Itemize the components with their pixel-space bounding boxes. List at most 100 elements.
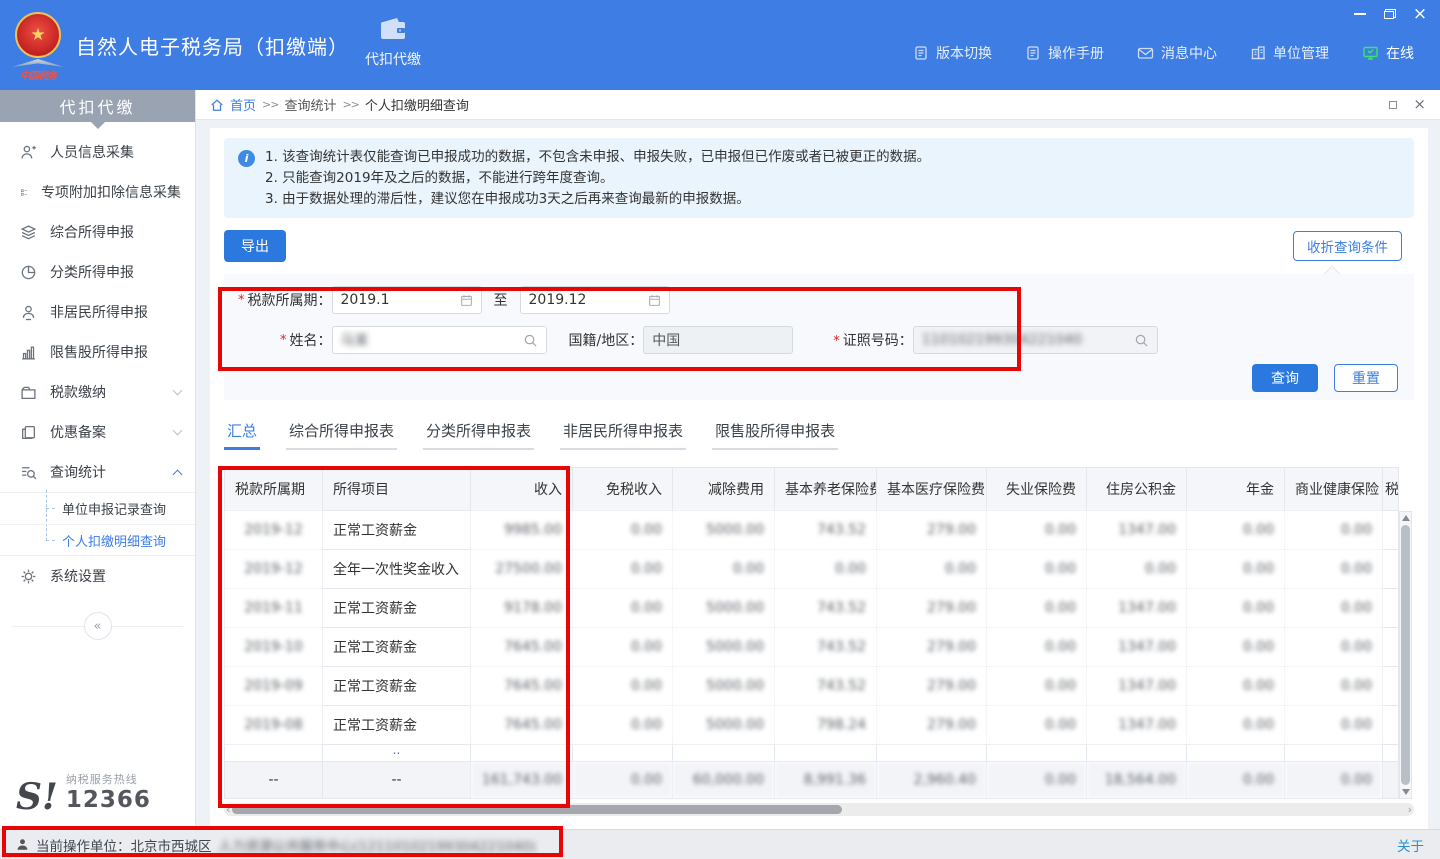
cell-housing-fund: 0.00: [1087, 550, 1187, 589]
sidebar-item-tax-payment[interactable]: 税款缴纳: [0, 372, 195, 412]
sidebar-item-personnel-info[interactable]: 人员信息采集: [0, 132, 195, 172]
sidebar-item-preferential-filing[interactable]: 优惠备案: [0, 412, 195, 452]
panel-close-icon[interactable]: ×: [1413, 97, 1426, 112]
tab-classified-income-form[interactable]: 分类所得申报表: [423, 420, 534, 450]
cell-housing-fund: 1347.00: [1087, 628, 1187, 667]
sidebar-item-comprehensive-income[interactable]: 综合所得申报: [0, 212, 195, 252]
cell-deduction: 5000.00: [673, 511, 775, 550]
cell-housing-fund: 1347.00: [1087, 511, 1187, 550]
collapse-query-conditions-button[interactable]: 收折查询条件: [1293, 231, 1402, 261]
document-icon: [913, 45, 929, 61]
sidebar-item-query-statistics[interactable]: 查询统计: [0, 452, 195, 492]
pie-icon: [20, 264, 37, 281]
cell-annuity: 0.00: [1187, 706, 1285, 745]
tax-emblem-logo: ★ 中国税务: [10, 9, 66, 85]
tab-nonresident-income-form[interactable]: 非居民所得申报表: [560, 420, 686, 450]
cell-cutoff: [1383, 667, 1399, 706]
table-row: 2019-10 正常工资薪金 7645.00 0.00 5000.00 743.…: [225, 628, 1399, 667]
results-table: 税款所属期 所得项目 收入 免税收入 减除费用 基本养老保险费 基本医疗保险费 …: [224, 467, 1399, 799]
breadcrumb: 首页 >> 查询统计 >> 个人扣缴明细查询 ×: [196, 90, 1440, 120]
cell-tax-free-income: 0.00: [573, 628, 673, 667]
required-mark: *: [280, 333, 287, 348]
cell-cutoff: [1383, 628, 1399, 667]
scroll-down-arrow-icon[interactable]: [1402, 789, 1410, 795]
breadcrumb-query-statistics[interactable]: 查询统计: [284, 95, 336, 114]
query-button[interactable]: 查询: [1252, 364, 1318, 392]
tab-withholding-module[interactable]: 代扣代缴: [352, 16, 434, 69]
cell-income-item: 正常工资薪金: [323, 589, 471, 628]
period-to-input[interactable]: 2019.12: [520, 286, 670, 314]
vertical-scrollbar[interactable]: [1399, 511, 1412, 799]
sidebar-item-label: 系统设置: [50, 566, 106, 586]
sidebar-item-system-settings[interactable]: 系统设置: [0, 556, 195, 596]
cell-medical-insurance: 279.00: [877, 511, 987, 550]
cell-annuity: 0.00: [1187, 589, 1285, 628]
id-number-label: 证照号码：: [843, 333, 913, 349]
tab-summary[interactable]: 汇总: [224, 420, 260, 450]
scroll-right-arrow-icon[interactable]: ›: [1408, 803, 1412, 816]
menu-message-center[interactable]: 消息中心: [1137, 43, 1217, 63]
sidebar-collapse-row: «: [0, 612, 195, 642]
sidebar-collapse-button[interactable]: «: [84, 612, 112, 640]
cell-income: 27500.00: [471, 550, 573, 589]
cell-pension-insurance: 743.52: [775, 511, 877, 550]
horizontal-scrollbar-thumb[interactable]: [232, 805, 842, 814]
app-header: ★ 中国税务 自然人电子税务局（扣缴端） 代扣代缴 版本切换 操作手册 消息中心: [0, 0, 1440, 90]
breadcrumb-separator: >>: [342, 98, 358, 111]
nationality-input[interactable]: 中国: [643, 326, 793, 354]
sidebar-item-special-deduction[interactable]: 专项附加扣除信息采集: [0, 172, 195, 212]
breadcrumb-home[interactable]: 首页: [230, 95, 256, 114]
tab-restricted-shares-form[interactable]: 限售股所得申报表: [712, 420, 838, 450]
cell-annuity: 0.00: [1187, 550, 1285, 589]
period-from-input[interactable]: 2019.1: [332, 286, 482, 314]
id-number-value: 110102199304221040: [922, 332, 1128, 348]
cell-pension-insurance: 743.52: [775, 589, 877, 628]
horizontal-scrollbar[interactable]: ‹ ›: [224, 803, 1414, 816]
sidebar-item-nonresident-income[interactable]: 非居民所得申报: [0, 292, 195, 332]
vertical-scrollbar-thumb[interactable]: [1401, 525, 1410, 785]
hotline-number: 12366: [66, 787, 151, 813]
cell-medical-insurance: 279.00: [877, 706, 987, 745]
cell-medical-insurance: 0.00: [877, 550, 987, 589]
cell-commercial-health-insurance: 0.00: [1285, 706, 1383, 745]
scroll-up-arrow-icon[interactable]: [1402, 515, 1410, 521]
sidebar-item-label: 税款缴纳: [50, 382, 106, 402]
sidebar-subitem-label: 个人扣缴明细查询: [62, 531, 166, 550]
window-restore-button[interactable]: [1378, 4, 1402, 24]
restore-icon: [1384, 9, 1396, 19]
export-button[interactable]: 导出: [224, 230, 286, 262]
name-input[interactable]: 马某: [332, 326, 547, 354]
chevron-down-icon: [173, 385, 183, 395]
scroll-left-arrow-icon[interactable]: ‹: [226, 803, 230, 816]
id-number-input[interactable]: 110102199304221040: [913, 326, 1158, 354]
wallet-icon: [20, 384, 37, 401]
tab-comprehensive-income-form[interactable]: 综合所得申报表: [286, 420, 397, 450]
menu-version-switch-label: 版本切换: [936, 43, 992, 63]
cell-income: 7645.00: [471, 628, 573, 667]
reset-button[interactable]: 重置: [1334, 364, 1398, 392]
sidebar-subitem-unit-declaration-query[interactable]: 单位申报记录查询: [0, 493, 195, 524]
cell-cutoff: [1383, 550, 1399, 589]
menu-manual[interactable]: 操作手册: [1025, 43, 1104, 63]
window-close-button[interactable]: ×: [1408, 4, 1432, 24]
document-icon: [1025, 45, 1041, 61]
cell-medical-insurance: 279.00: [877, 589, 987, 628]
emblem-star-icon: ★: [15, 12, 61, 58]
cell-income-item: 正常工资薪金: [323, 667, 471, 706]
search-icon: [1134, 333, 1149, 348]
window-minimize-button[interactable]: [1348, 4, 1372, 24]
about-link[interactable]: 关于: [1397, 835, 1424, 855]
panel-maximize-icon[interactable]: [1389, 101, 1397, 109]
sidebar-item-restricted-shares[interactable]: 限售股所得申报: [0, 332, 195, 372]
period-label: 税款所属期：: [248, 290, 332, 310]
menu-online-status[interactable]: 在线: [1362, 43, 1414, 63]
sidebar-item-classified-income[interactable]: 分类所得申报: [0, 252, 195, 292]
content-card: i 1. 该查询统计表仅能查询已申报成功的数据，不包含未申报、申报失败，已申报但…: [210, 128, 1428, 829]
cell-income: 9178.00: [471, 589, 573, 628]
user-icon: [16, 838, 29, 851]
cell-tax-period: 2019-08: [225, 706, 323, 745]
menu-version-switch[interactable]: 版本切换: [913, 43, 992, 63]
menu-unit-management[interactable]: 单位管理: [1250, 43, 1329, 63]
sidebar-subitem-personal-withholding-query[interactable]: 个人扣缴明细查询: [0, 524, 195, 555]
wallet-icon: [378, 16, 408, 42]
